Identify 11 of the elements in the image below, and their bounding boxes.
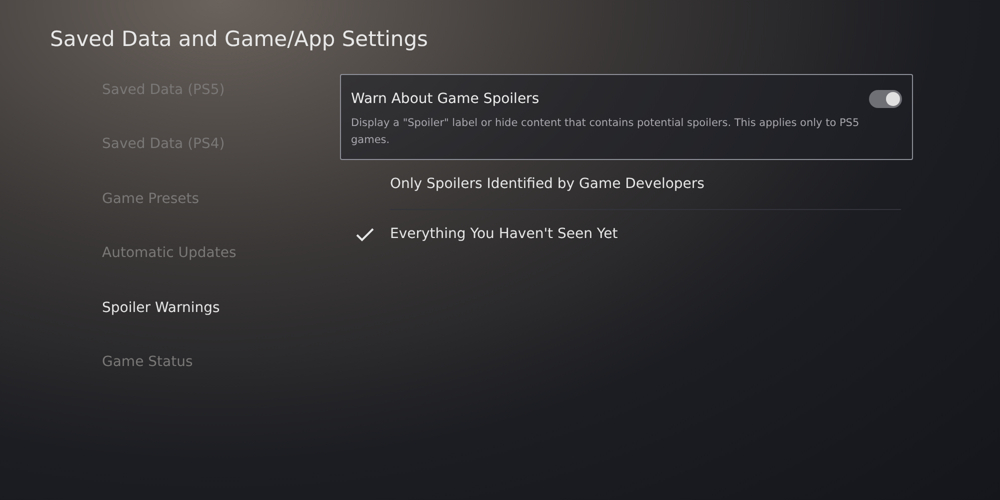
setting-description: Display a "Spoiler" label or hide content that contains potential spoilers. This applies only to PS5 games. [351,116,860,148]
sidebar-item[interactable]: Game Presets [102,188,200,243]
option-item[interactable]: Everything You Haven't Seen Yet [390,224,618,245]
toggle-switch[interactable] [869,90,902,108]
setting-card[interactable]: Warn About Game Spoilers Display a "Spoiler" label or hide content that contains potential spoilers. This applies only to PS5 games. [340,74,913,160]
sidebar-item[interactable]: Spoiler Warnings [102,298,220,352]
option-item[interactable]: Only Spoilers Identified by Game Developers [390,174,704,194]
sidebar-item[interactable]: Game Status [102,352,193,406]
setting-label: Warn About Game Spoilers [351,90,540,108]
sidebar-item[interactable]: Automatic Updates [102,243,236,298]
page-title: Saved Data and Game/App Settings [49,26,428,53]
